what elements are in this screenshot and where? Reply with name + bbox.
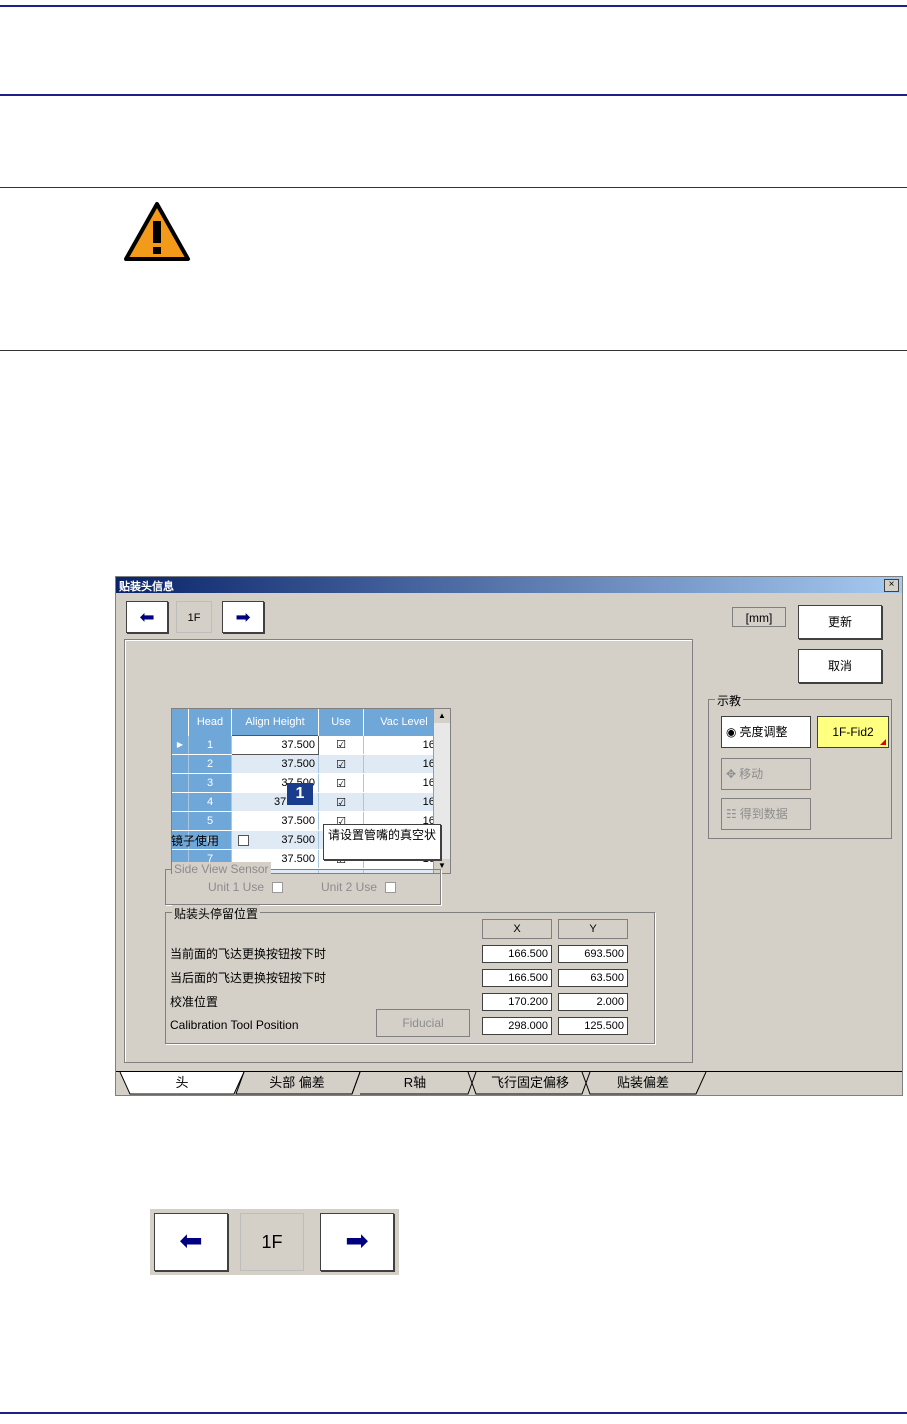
row-pointer-icon: ▶ [172,735,189,755]
cell-head: 3 [188,773,232,793]
teach-caption: 示教 [715,692,744,709]
unit1-checkbox[interactable] [272,882,283,893]
big-next-button[interactable]: ➡ [320,1213,394,1271]
park-row-label: 当后面的飞达更换按钮按下时 [170,971,327,985]
corner-marker-icon [880,739,886,745]
teach-group: 示教 ◉ 亮度调整 1F-Fid2 ✥ 移动 ☷ 得到数据 [708,692,892,839]
park-y-field[interactable]: 125.500 [558,1017,628,1035]
cell-head: 2 [188,754,232,774]
get-data-label: 得到数据 [739,807,788,821]
head-tab-panel: Head Align Height Use Vac Level ▶ 1 37.5… [124,639,693,1063]
row-indicator [172,773,189,793]
mirror-checkbox[interactable] [238,835,249,846]
grid-corner [172,709,189,736]
big-prev-button[interactable]: ⬅ [154,1213,228,1271]
use-checkbox[interactable]: ☑ [318,735,364,755]
col-use: Use [318,709,364,736]
unit2-checkbox[interactable] [385,882,396,893]
fid-label: 1F-Fid2 [832,725,874,739]
park-position-group: 贴装头停留位置 X Y 当前面的飞达更换按钮按下时 166.500 693.50… [165,905,655,1044]
arrow-left-icon: ⬅ [139,607,155,627]
tab-flying-offset[interactable]: 飞行固定偏移 [476,1072,584,1094]
title-bar: 贴装头信息 × [116,577,902,593]
move-label: 移动 [739,767,764,781]
floor-label: 1F [176,601,212,633]
header-rule [0,5,907,7]
enlarged-nav: ⬅ 1F ➡ [150,1209,399,1275]
cell-align-height[interactable]: 37.500 [231,811,319,831]
side-view-sensor-group: Side View Sensor Unit 1 Use Unit 2 Use [165,862,441,905]
cell-head: 1 [188,735,232,755]
get-data-button[interactable]: ☷ 得到数据 [721,798,811,830]
tab-head[interactable]: 头 [132,1072,232,1094]
tab-head-offset[interactable]: 头部 偏差 [242,1072,352,1094]
tab-mount-offset[interactable]: 贴装偏差 [590,1072,696,1094]
arrow-right-icon: ➡ [345,1225,369,1256]
cell-align-height[interactable]: 37.500 [231,735,319,755]
cell-align-height[interactable]: 37.500 [231,754,319,774]
row-indicator [172,811,189,831]
move-icon: ✥ [726,767,737,781]
fiducial-select-button[interactable]: 1F-Fid2 [817,716,889,748]
col-head: Head [188,709,232,736]
big-floor-label: 1F [240,1213,304,1271]
side-view-caption: Side View Sensor [172,862,271,876]
park-caption: 贴装头停留位置 [172,905,261,922]
park-row-label: Calibration Tool Position [170,1018,299,1032]
col-y: Y [558,919,628,939]
park-x-field[interactable]: 166.500 [482,945,552,963]
use-checkbox[interactable]: ☑ [318,754,364,774]
warning-rule-top [0,187,907,188]
move-button[interactable]: ✥ 移动 [721,758,811,790]
cell-head: 5 [188,811,232,831]
arrow-left-icon: ⬅ [179,1225,203,1256]
get-data-icon: ☷ [726,807,737,821]
brightness-label: 亮度调整 [739,725,788,739]
head-info-dialog: 贴装头信息 × ⬅ 1F ➡ [mm] 更新 取消 Head Align Hei… [115,576,903,1096]
table-row[interactable]: ▶ 1 37.500 ☑ 160 [172,735,445,755]
row-indicator [172,754,189,774]
unit2-label: Unit 2 Use [321,880,378,894]
callout-badge: 1 [287,783,313,805]
scroll-up-icon[interactable]: ▲ [434,709,450,723]
park-y-field[interactable]: 693.500 [558,945,628,963]
use-checkbox[interactable]: ☑ [318,773,364,793]
update-button[interactable]: 更新 [798,605,882,639]
tab-r-axis[interactable]: R轴 [362,1072,468,1094]
vacuum-setting-button[interactable]: 请设置管嘴的真空状 [323,824,441,860]
park-x-field[interactable]: 170.200 [482,993,552,1011]
footer-rule [0,1412,907,1414]
warning-rule-bottom [0,350,907,351]
tab-strip: 头 头部 偏差 R轴 飞行固定偏移 贴装偏差 [116,1071,902,1096]
arrow-right-icon: ➡ [235,607,251,627]
park-row-label: 校准位置 [170,995,219,1009]
close-icon[interactable]: × [884,579,899,592]
warning-icon [124,202,190,261]
next-button[interactable]: ➡ [222,601,264,633]
park-y-field[interactable]: 2.000 [558,993,628,1011]
use-checkbox[interactable]: ☑ [318,792,364,812]
cell-head: 4 [188,792,232,812]
unit-label: [mm] [732,607,786,627]
fiducial-button[interactable]: Fiducial [376,1009,470,1037]
table-row[interactable]: 2 37.500 ☑ 160 [172,754,445,774]
park-x-field[interactable]: 166.500 [482,969,552,987]
col-x: X [482,919,552,939]
col-align-height: Align Height [231,709,319,736]
plug-icon: ◉ [726,725,737,739]
park-row-label: 当前面的飞达更换按钮按下时 [170,947,327,961]
brightness-button[interactable]: ◉ 亮度调整 [721,716,811,748]
park-y-field[interactable]: 63.500 [558,969,628,987]
row-indicator [172,792,189,812]
cancel-button[interactable]: 取消 [798,649,882,683]
dialog-title: 贴装头信息 [119,581,174,593]
park-x-field[interactable]: 298.000 [482,1017,552,1035]
mirror-label: 镜子使用 [171,834,220,848]
prev-button[interactable]: ⬅ [126,601,168,633]
header-rule-2 [0,94,907,96]
unit1-label: Unit 1 Use [208,880,265,894]
